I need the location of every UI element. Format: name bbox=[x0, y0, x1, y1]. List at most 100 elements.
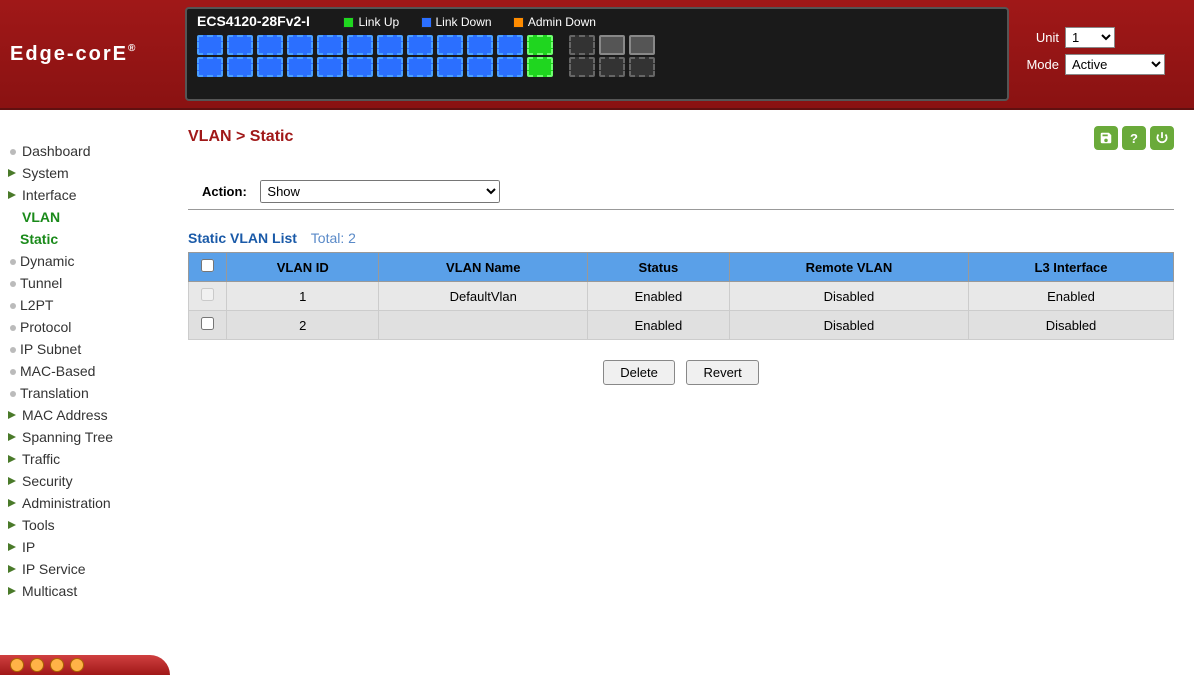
port-9[interactable] bbox=[317, 35, 343, 55]
link-down-label: Link Down bbox=[436, 15, 492, 29]
logo-text: Edge-corE bbox=[10, 43, 128, 65]
sidebar-item-vlan[interactable]: VLAN bbox=[8, 206, 160, 228]
sidebar-item-traffic[interactable]: Traffic bbox=[8, 448, 160, 470]
sidebar-item-ip[interactable]: IP bbox=[8, 536, 160, 558]
content-area: ? VLAN > Static Action: Show Static VLAN… bbox=[168, 110, 1194, 675]
port-14[interactable] bbox=[377, 57, 403, 77]
action-select[interactable]: Show bbox=[260, 180, 500, 203]
port-16[interactable] bbox=[407, 57, 433, 77]
port-4[interactable] bbox=[227, 57, 253, 77]
bottom-toolbar bbox=[0, 655, 170, 675]
toolbar-icon-2[interactable] bbox=[30, 658, 44, 672]
help-icon[interactable]: ? bbox=[1122, 126, 1146, 150]
toolbar-icon-4[interactable] bbox=[70, 658, 84, 672]
link-up-label: Link Up bbox=[358, 15, 399, 29]
port-29[interactable] bbox=[629, 35, 655, 55]
row-checkbox[interactable] bbox=[201, 317, 214, 330]
sidebar-item-dynamic[interactable]: Dynamic bbox=[8, 250, 160, 272]
sidebar-item-administration[interactable]: Administration bbox=[8, 492, 160, 514]
sidebar-item-dashboard[interactable]: Dashboard bbox=[8, 140, 160, 162]
cell-l3: Disabled bbox=[969, 311, 1174, 340]
port-legend: Link Up Link Down Admin Down bbox=[343, 15, 613, 29]
link-up-icon bbox=[343, 17, 354, 28]
port-15[interactable] bbox=[407, 35, 433, 55]
admin-down-icon bbox=[513, 17, 524, 28]
sidebar-item-mac-based[interactable]: MAC-Based bbox=[8, 360, 160, 382]
sidebar-item-system[interactable]: System bbox=[8, 162, 160, 184]
mode-label: Mode bbox=[1019, 57, 1059, 72]
sidebar-item-protocol[interactable]: Protocol bbox=[8, 316, 160, 338]
cell-vlan_name: DefaultVlan bbox=[379, 282, 588, 311]
cell-remote: Disabled bbox=[729, 282, 968, 311]
port-7[interactable] bbox=[287, 35, 313, 55]
sidebar-item-static[interactable]: Static bbox=[8, 228, 160, 250]
toolbar-icon-3[interactable] bbox=[50, 658, 64, 672]
action-label: Action: bbox=[202, 184, 247, 199]
breadcrumb: VLAN > Static bbox=[188, 128, 1174, 146]
revert-button[interactable]: Revert bbox=[686, 360, 758, 385]
page-action-icons: ? bbox=[1094, 126, 1174, 150]
sidebar-item-multicast[interactable]: Multicast bbox=[8, 580, 160, 602]
unit-select[interactable]: 1 bbox=[1065, 27, 1115, 48]
port-3[interactable] bbox=[227, 35, 253, 55]
sidebar-item-security[interactable]: Security bbox=[8, 470, 160, 492]
sidebar-item-l2pt[interactable]: L2PT bbox=[8, 294, 160, 316]
list-total: Total: 2 bbox=[311, 230, 356, 246]
cell-vlan_id: 1 bbox=[227, 282, 379, 311]
port-20[interactable] bbox=[467, 57, 493, 77]
row-checkbox bbox=[201, 288, 214, 301]
port-12[interactable] bbox=[347, 57, 373, 77]
port-24[interactable] bbox=[527, 57, 553, 77]
port-8[interactable] bbox=[287, 57, 313, 77]
port-5[interactable] bbox=[257, 35, 283, 55]
cell-status: Enabled bbox=[588, 282, 730, 311]
port-28[interactable] bbox=[599, 57, 625, 77]
sidebar-item-ip-service[interactable]: IP Service bbox=[8, 558, 160, 580]
port-6[interactable] bbox=[257, 57, 283, 77]
select-all-checkbox[interactable] bbox=[201, 259, 214, 272]
sidebar-item-tunnel[interactable]: Tunnel bbox=[8, 272, 160, 294]
port-27[interactable] bbox=[599, 35, 625, 55]
cell-vlan_name bbox=[379, 311, 588, 340]
delete-button[interactable]: Delete bbox=[603, 360, 675, 385]
device-model: ECS4120-28Fv2-I bbox=[197, 13, 310, 29]
save-icon[interactable] bbox=[1094, 126, 1118, 150]
link-down-icon bbox=[421, 17, 432, 28]
sidebar-item-translation[interactable]: Translation bbox=[8, 382, 160, 404]
port-18[interactable] bbox=[437, 57, 463, 77]
unit-label: Unit bbox=[1019, 30, 1059, 45]
port-2[interactable] bbox=[197, 57, 223, 77]
col-vlan-name: VLAN Name bbox=[379, 253, 588, 282]
port-17[interactable] bbox=[437, 35, 463, 55]
port-21[interactable] bbox=[497, 35, 523, 55]
table-actions: Delete Revert bbox=[188, 360, 1174, 385]
port-30[interactable] bbox=[629, 57, 655, 77]
col-status: Status bbox=[588, 253, 730, 282]
action-row: Action: Show bbox=[188, 174, 1174, 210]
port-25[interactable] bbox=[569, 35, 595, 55]
table-row: 2EnabledDisabledDisabled bbox=[189, 311, 1174, 340]
port-11[interactable] bbox=[347, 35, 373, 55]
port-26[interactable] bbox=[569, 57, 595, 77]
port-1[interactable] bbox=[197, 35, 223, 55]
mode-select[interactable]: Active bbox=[1065, 54, 1165, 75]
sidebar-item-mac-address[interactable]: MAC Address bbox=[8, 404, 160, 426]
unit-mode-selector: Unit 1 Mode Active bbox=[1019, 27, 1184, 81]
cell-vlan_id: 2 bbox=[227, 311, 379, 340]
port-23[interactable] bbox=[527, 35, 553, 55]
sidebar-item-interface[interactable]: Interface bbox=[8, 184, 160, 206]
sidebar-item-tools[interactable]: Tools bbox=[8, 514, 160, 536]
ports-row bbox=[197, 35, 997, 77]
toolbar-icon-1[interactable] bbox=[10, 658, 24, 672]
col-l3-interface: L3 Interface bbox=[969, 253, 1174, 282]
port-13[interactable] bbox=[377, 35, 403, 55]
sidebar-item-ip-subnet[interactable]: IP Subnet bbox=[8, 338, 160, 360]
power-icon[interactable] bbox=[1150, 126, 1174, 150]
port-22[interactable] bbox=[497, 57, 523, 77]
list-title-text: Static VLAN List bbox=[188, 230, 297, 246]
sidebar-item-spanning-tree[interactable]: Spanning Tree bbox=[8, 426, 160, 448]
port-19[interactable] bbox=[467, 35, 493, 55]
port-10[interactable] bbox=[317, 57, 343, 77]
trademark-icon: ® bbox=[128, 43, 137, 54]
admin-down-label: Admin Down bbox=[528, 15, 596, 29]
